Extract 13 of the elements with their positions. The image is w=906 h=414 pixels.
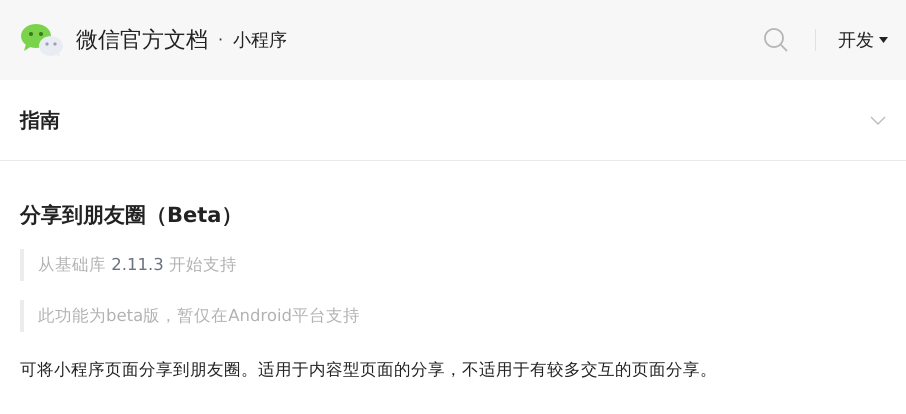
note-text: 从基础库 2.11.3 开始支持 — [38, 254, 237, 276]
note-text: 此功能为beta版，暂仅在Android平台支持 — [38, 304, 360, 327]
article-title: 分享到朋友圈（Beta） — [20, 202, 244, 229]
caret-down-icon — [879, 37, 888, 43]
chat-bubbles-logo-icon — [20, 22, 64, 58]
site-subtitle[interactable]: 小程序 — [233, 26, 288, 54]
search-icon[interactable] — [763, 27, 789, 53]
guide-section-header[interactable]: 指南 — [0, 80, 906, 161]
article-paragraph: 可将小程序页面分享到朋友圈。适用于内容型页面的分享，不适用于有较多交互的页面分享。 — [20, 359, 718, 381]
site-title[interactable]: 微信官方文档 — [76, 24, 208, 56]
section-title: 指南 — [20, 107, 60, 134]
develop-menu[interactable]: 开发 — [838, 26, 888, 54]
title-separator: · — [218, 29, 224, 51]
